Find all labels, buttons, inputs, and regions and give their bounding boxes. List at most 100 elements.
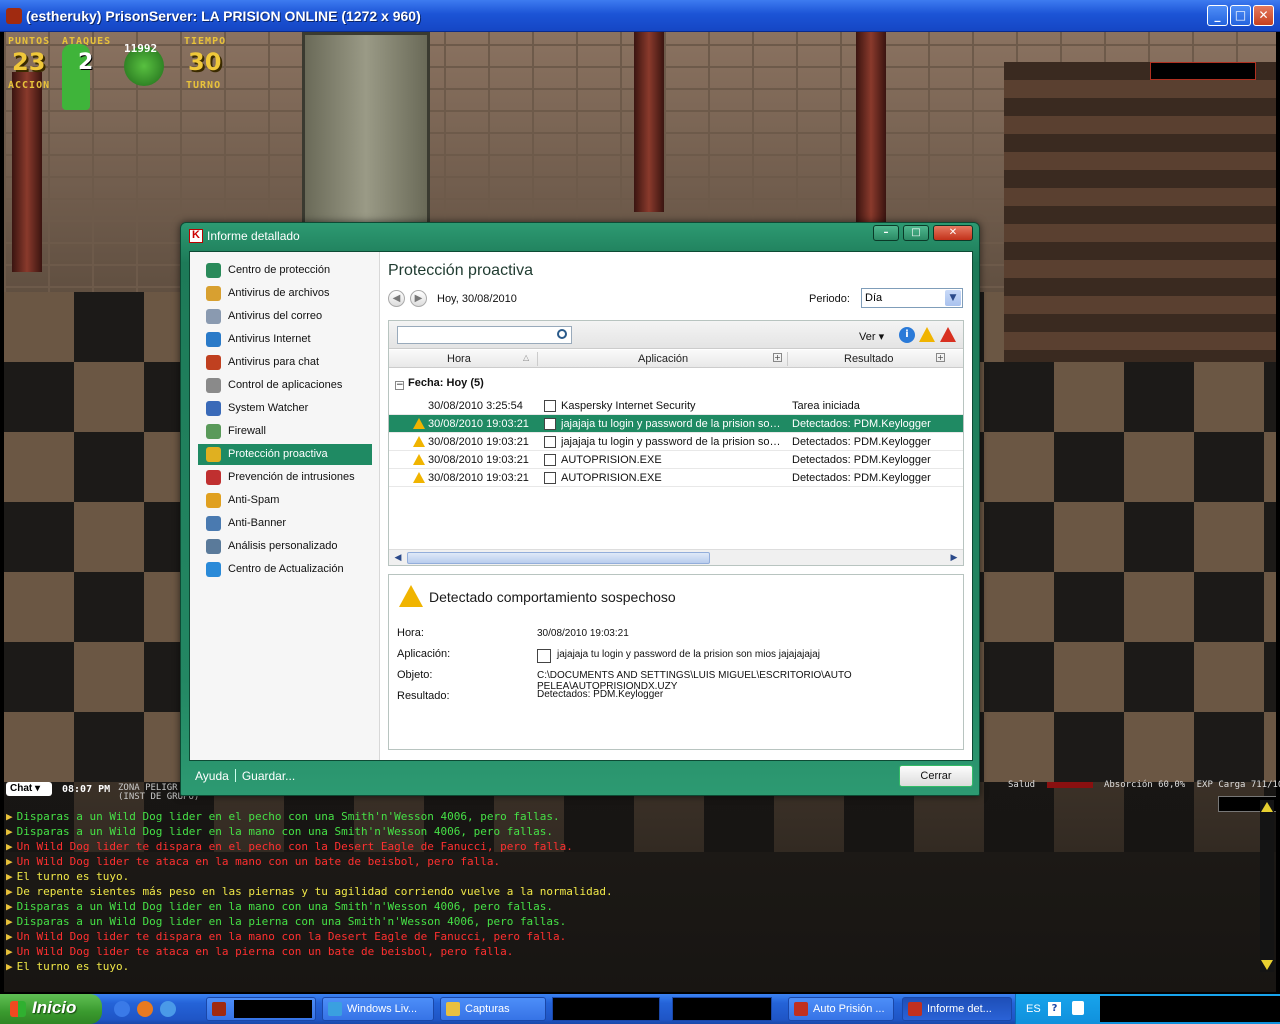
row-app: Kaspersky Internet Security <box>561 400 696 412</box>
chat-bullet-icon: ▶ <box>6 900 13 913</box>
quicklaunch-icon[interactable] <box>114 1001 130 1017</box>
help-icon[interactable]: ? <box>1048 1002 1061 1016</box>
info-filter-icon[interactable]: i <box>899 327 915 343</box>
sidebar-item-label: Firewall <box>228 425 266 437</box>
search-icon[interactable] <box>557 329 567 339</box>
horizontal-scrollbar[interactable]: ◀ ▶ <box>389 549 963 565</box>
table-row[interactable]: 30/08/2010 19:03:21 jajajaja tu login y p… <box>389 433 963 451</box>
nav-item-icon <box>206 493 221 508</box>
sidebar-item[interactable]: Firewall <box>198 421 372 442</box>
nav-item-icon <box>206 286 221 301</box>
sidebar-item[interactable]: Centro de Actualización <box>198 559 372 580</box>
chat-line-text: De repente sientes más peso en las piern… <box>16 885 613 898</box>
table-row[interactable]: 30/08/2010 3:25:54 Kaspersky Internet Sec… <box>389 397 963 415</box>
maximize-button[interactable]: □ <box>1230 5 1251 26</box>
taskbar-app-icon <box>908 1002 922 1016</box>
sidebar-item[interactable]: Protección proactiva <box>198 444 372 465</box>
dialog-minimize-button[interactable]: – <box>873 225 899 241</box>
scrollbar-thumb[interactable] <box>407 552 710 564</box>
ver-dropdown[interactable]: Ver ▾ <box>859 330 884 343</box>
start-button[interactable]: Inicio <box>0 994 102 1024</box>
forward-arrow-icon[interactable]: ▶ <box>410 290 427 307</box>
chat-bullet-icon: ▶ <box>6 825 13 838</box>
table-row[interactable]: 30/08/2010 19:03:21 AUTOPRISION.EXE Detect… <box>389 451 963 469</box>
redacted-box <box>552 997 660 1021</box>
network-icon[interactable] <box>1072 1001 1084 1015</box>
close-button[interactable]: ✕ <box>1253 5 1274 26</box>
language-indicator[interactable]: ES <box>1026 1003 1041 1015</box>
scroll-right-icon[interactable]: ▶ <box>947 551 961 565</box>
row-app: AUTOPRISION.EXE <box>561 454 662 466</box>
back-arrow-icon[interactable]: ◀ <box>388 290 405 307</box>
dialog-maximize-button[interactable]: □ <box>903 225 929 241</box>
chat-tab[interactable]: Chat ▾ <box>6 782 52 796</box>
scroll-down-icon[interactable] <box>1261 960 1273 970</box>
game-app-icon <box>212 1002 226 1016</box>
sidebar-item[interactable]: Análisis personalizado <box>198 536 372 557</box>
cerrar-button[interactable]: Cerrar <box>899 765 973 787</box>
detail-hora-label: Hora: <box>397 627 424 639</box>
firefox-icon[interactable] <box>137 1001 153 1017</box>
collapse-icon[interactable]: − <box>395 381 404 390</box>
period-select[interactable]: Día ▼ <box>861 288 963 308</box>
dialog-close-button[interactable]: ✕ <box>933 225 973 241</box>
period-value: Día <box>865 292 883 304</box>
chat-line: ▶ El turno es tuyo. <box>6 870 129 883</box>
chat-bullet-icon: ▶ <box>6 915 13 928</box>
column-resultado[interactable]: Resultado <box>844 353 894 365</box>
expand-icon[interactable]: + <box>936 353 945 362</box>
taskbar-button[interactable]: Windows Liv... <box>322 997 434 1021</box>
sidebar-item[interactable]: Centro de protección <box>198 260 372 281</box>
table-row[interactable]: 30/08/2010 19:03:21 jajajaja tu login y p… <box>389 415 963 433</box>
group-header[interactable]: − Fecha: Hoy (5) <box>395 377 484 390</box>
minimize-button[interactable]: _ <box>1207 5 1228 26</box>
app-icon <box>544 454 556 466</box>
informe-detallado-dialog[interactable]: Informe detallado – □ ✕ Centro de protec… <box>180 222 980 796</box>
chat-line: ▶ Un Wild Dog lider te dispara en la mano… <box>6 930 566 943</box>
sidebar-item[interactable]: Prevención de intrusiones <box>198 467 372 488</box>
guardar-link[interactable]: Guardar... <box>242 769 295 783</box>
sidebar-item[interactable]: Antivirus del correo <box>198 306 372 327</box>
game-window-title: (estheruky) PrisonServer: LA PRISION ONL… <box>26 8 421 24</box>
sidebar-item[interactable]: Anti-Banner <box>198 513 372 534</box>
sidebar-item[interactable]: Anti-Spam <box>198 490 372 511</box>
ayuda-link[interactable]: Ayuda <box>195 769 229 783</box>
column-separator[interactable] <box>537 352 538 366</box>
row-hora: 30/08/2010 3:25:54 <box>428 400 523 412</box>
nav-item-icon <box>206 263 221 278</box>
critical-filter-icon[interactable] <box>940 327 956 342</box>
detail-title: Detectado comportamiento sospechoso <box>429 589 676 605</box>
ie-icon[interactable] <box>160 1001 176 1017</box>
sidebar-item[interactable]: Antivirus de archivos <box>198 283 372 304</box>
table-header: Hora △ Aplicación + Resultado + <box>389 350 963 368</box>
taskbar-button[interactable]: Auto Prisión ... <box>788 997 894 1021</box>
game-window-titlebar[interactable]: (estheruky) PrisonServer: LA PRISION ONL… <box>0 0 1280 32</box>
search-input[interactable] <box>397 326 572 344</box>
exp-label: EXP <box>1196 780 1213 790</box>
chat-bullet-icon: ▶ <box>6 840 13 853</box>
sidebar-item[interactable]: Control de aplicaciones <box>198 375 372 396</box>
chat-line-text: Un Wild Dog lider te dispara en el pecho… <box>16 840 573 853</box>
scroll-left-icon[interactable]: ◀ <box>391 551 405 565</box>
scroll-up-icon[interactable] <box>1261 802 1273 812</box>
chat-scrollbar[interactable] <box>1260 800 1274 972</box>
warning-icon <box>413 472 425 483</box>
sidebar-item[interactable]: Antivirus Internet <box>198 329 372 350</box>
chevron-down-icon[interactable]: ▼ <box>945 290 961 306</box>
chat-line: ▶ De repente sientes más peso en las pier… <box>6 885 613 898</box>
nav-item-icon <box>206 470 221 485</box>
chat-line-text: Disparas a un Wild Dog lider en la mano … <box>16 825 554 838</box>
expand-icon[interactable]: + <box>773 353 782 362</box>
column-hora[interactable]: Hora <box>447 353 471 365</box>
warning-filter-icon[interactable] <box>919 327 935 342</box>
table-row[interactable]: 30/08/2010 19:03:21 AUTOPRISION.EXE Detect… <box>389 469 963 487</box>
taskbar-button[interactable]: Informe det... <box>902 997 1012 1021</box>
sidebar-item[interactable]: System Watcher <box>198 398 372 419</box>
column-aplicacion[interactable]: Aplicación <box>638 353 688 365</box>
sidebar-item[interactable]: Antivirus para chat <box>198 352 372 373</box>
taskbar-button[interactable]: Capturas <box>440 997 546 1021</box>
dialog-footer: Ayuda Guardar... <box>195 769 295 783</box>
column-separator[interactable] <box>787 352 788 366</box>
table-toolbar: Ver ▾ i <box>389 321 963 349</box>
hud-accion-label: ACCION <box>8 80 51 91</box>
